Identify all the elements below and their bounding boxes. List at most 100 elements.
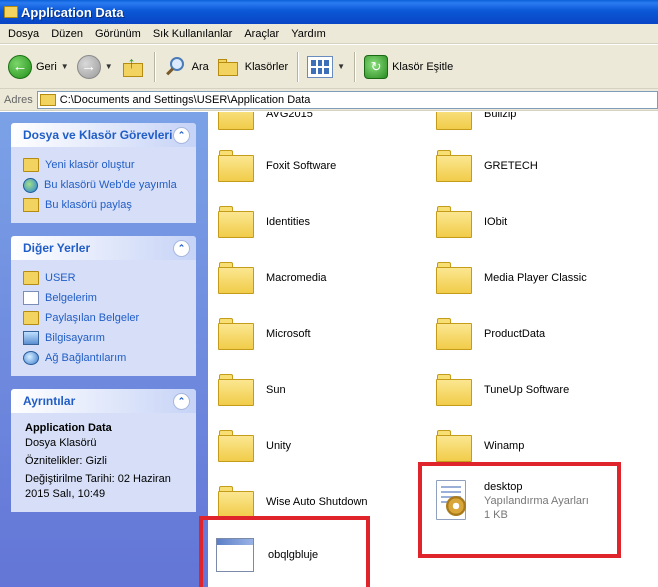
address-input[interactable]: C:\Documents and Settings\USER\Applicati… xyxy=(36,90,658,109)
back-label: Geri xyxy=(36,60,57,73)
place-documents[interactable]: Belgelerim xyxy=(23,288,186,308)
folder-name: TuneUp Software xyxy=(484,384,570,396)
folder-icon xyxy=(436,112,472,130)
task-web-publish[interactable]: Bu klasörü Web'de yayımla xyxy=(23,175,186,195)
folder-icon xyxy=(23,271,39,285)
task-pane: Dosya ve Klasör Görevleri ⌃ Yeni klasör … xyxy=(0,112,208,587)
folder-name: Bullzip xyxy=(484,112,517,120)
folder-name: IObit xyxy=(484,216,508,228)
folder-name: Unity xyxy=(266,440,292,452)
details-panel: Ayrıntılar ⌃ Application Data Dosya Klas… xyxy=(11,389,196,512)
folder-name: AVG2015 xyxy=(266,112,313,120)
place-label: Paylaşılan Belgeler xyxy=(45,312,140,324)
collapse-icon[interactable]: ⌃ xyxy=(173,126,190,144)
folders-label: Klasörler xyxy=(244,60,289,73)
folder-icon xyxy=(436,374,472,406)
tasks-panel-header[interactable]: Dosya ve Klasör Görevleri ⌃ xyxy=(11,123,196,147)
folder-item[interactable]: Wise Auto Shutdown xyxy=(218,486,368,518)
folder-icon xyxy=(218,112,254,130)
place-label: USER xyxy=(45,272,76,284)
chevron-down-icon[interactable]: ▼ xyxy=(105,62,113,71)
folder-item[interactable]: IObit xyxy=(436,206,507,238)
place-user[interactable]: USER xyxy=(23,268,186,288)
place-label: Belgelerim xyxy=(45,292,97,304)
menu-tools[interactable]: Araçlar xyxy=(238,28,285,40)
folder-item[interactable]: Microsoft xyxy=(218,318,311,350)
folder-icon xyxy=(218,206,254,238)
folder-item[interactable]: AVG2015 xyxy=(218,112,313,130)
folder-icon xyxy=(218,374,254,406)
folder-icon xyxy=(436,430,472,462)
back-button[interactable]: ← Geri ▼ xyxy=(4,50,73,84)
menu-view[interactable]: Görünüm xyxy=(89,28,147,40)
details-panel-header[interactable]: Ayrıntılar ⌃ xyxy=(11,389,196,413)
share-folder-icon xyxy=(23,198,39,212)
toolbar: ← Geri ▼ → ▼ ↑ Ara Klasörler ▼ ↻ Klasör … xyxy=(0,45,658,89)
chevron-down-icon[interactable]: ▼ xyxy=(337,62,345,71)
folder-item[interactable]: Bullzip xyxy=(436,112,516,130)
back-arrow-icon: ← xyxy=(8,54,32,79)
places-panel-header[interactable]: Diğer Yerler ⌃ xyxy=(11,236,196,260)
up-button[interactable]: ↑ xyxy=(117,50,149,84)
network-icon xyxy=(23,351,39,365)
sync-icon: ↻ xyxy=(364,54,389,79)
folder-icon xyxy=(436,150,472,182)
address-path: C:\Documents and Settings\USER\Applicati… xyxy=(59,93,311,106)
place-shared-documents[interactable]: Paylaşılan Belgeler xyxy=(23,308,186,328)
address-label: Adres xyxy=(4,93,33,106)
search-icon xyxy=(164,55,188,79)
search-label: Ara xyxy=(191,60,209,73)
folder-item[interactable]: Media Player Classic xyxy=(436,262,587,294)
search-button[interactable]: Ara xyxy=(160,50,213,84)
folders-button[interactable]: Klasörler xyxy=(213,50,292,84)
folder-icon xyxy=(218,486,254,518)
folder-up-icon: ↑ xyxy=(121,55,145,79)
chevron-down-icon[interactable]: ▼ xyxy=(61,62,69,71)
folder-item[interactable]: GRETECH xyxy=(436,150,538,182)
folder-sync-button[interactable]: ↻ Klasör Eşitle xyxy=(360,50,457,84)
shared-docs-icon xyxy=(23,311,39,325)
menu-edit[interactable]: Düzen xyxy=(45,28,89,40)
folder-icon xyxy=(4,6,18,18)
address-bar: Adres C:\Documents and Settings\USER\App… xyxy=(0,89,658,111)
task-new-folder[interactable]: Yeni klasör oluştur xyxy=(23,155,186,175)
place-my-computer[interactable]: Bilgisayarım xyxy=(23,328,186,348)
views-button[interactable]: ▼ xyxy=(303,50,349,84)
documents-icon xyxy=(23,291,39,305)
menu-help[interactable]: Yardım xyxy=(285,28,332,40)
folder-icon xyxy=(218,318,254,350)
toolbar-separator xyxy=(354,51,356,82)
folder-item[interactable]: Sun xyxy=(218,374,286,406)
places-panel: Diğer Yerler ⌃ USER Belgelerim Paylaşıla… xyxy=(11,236,196,376)
folder-item[interactable]: Unity xyxy=(218,430,291,462)
views-icon xyxy=(307,55,334,78)
collapse-icon[interactable]: ⌃ xyxy=(173,392,190,410)
details-attributes: Öznitelikler: Gizli xyxy=(25,455,107,467)
folder-item[interactable]: TuneUp Software xyxy=(436,374,569,406)
folder-item[interactable]: Winamp xyxy=(436,430,524,462)
folder-name: Sun xyxy=(266,384,286,396)
menu-favorites[interactable]: Sık Kullanılanlar xyxy=(147,28,239,40)
folder-icon xyxy=(436,262,472,294)
folder-name: ProductData xyxy=(484,328,546,340)
folder-name: Winamp xyxy=(484,440,525,452)
details-type: Dosya Klasörü xyxy=(25,437,97,449)
folder-item[interactable]: Identities xyxy=(218,206,310,238)
task-share-folder[interactable]: Bu klasörü paylaş xyxy=(23,195,186,215)
forward-button[interactable]: → ▼ xyxy=(73,50,117,84)
collapse-icon[interactable]: ⌃ xyxy=(173,239,190,257)
task-label: Bu klasörü paylaş xyxy=(45,199,132,211)
menu-file[interactable]: Dosya xyxy=(2,28,45,40)
title-bar[interactable]: Application Data xyxy=(0,0,658,24)
tasks-panel-title: Dosya ve Klasör Görevleri xyxy=(23,128,173,142)
folder-item[interactable]: Foxit Software xyxy=(218,150,336,182)
forward-arrow-icon: → xyxy=(76,54,101,79)
folder-item[interactable]: Macromedia xyxy=(218,262,327,294)
sync-label: Klasör Eşitle xyxy=(392,60,454,73)
folder-item[interactable]: ProductData xyxy=(436,318,545,350)
folder-name: GRETECH xyxy=(484,160,538,172)
task-label: Bu klasörü Web'de yayımla xyxy=(44,179,177,191)
details-panel-title: Ayrıntılar xyxy=(23,394,76,408)
folders-icon xyxy=(217,56,241,78)
place-network[interactable]: Ağ Bağlantılarım xyxy=(23,348,186,368)
